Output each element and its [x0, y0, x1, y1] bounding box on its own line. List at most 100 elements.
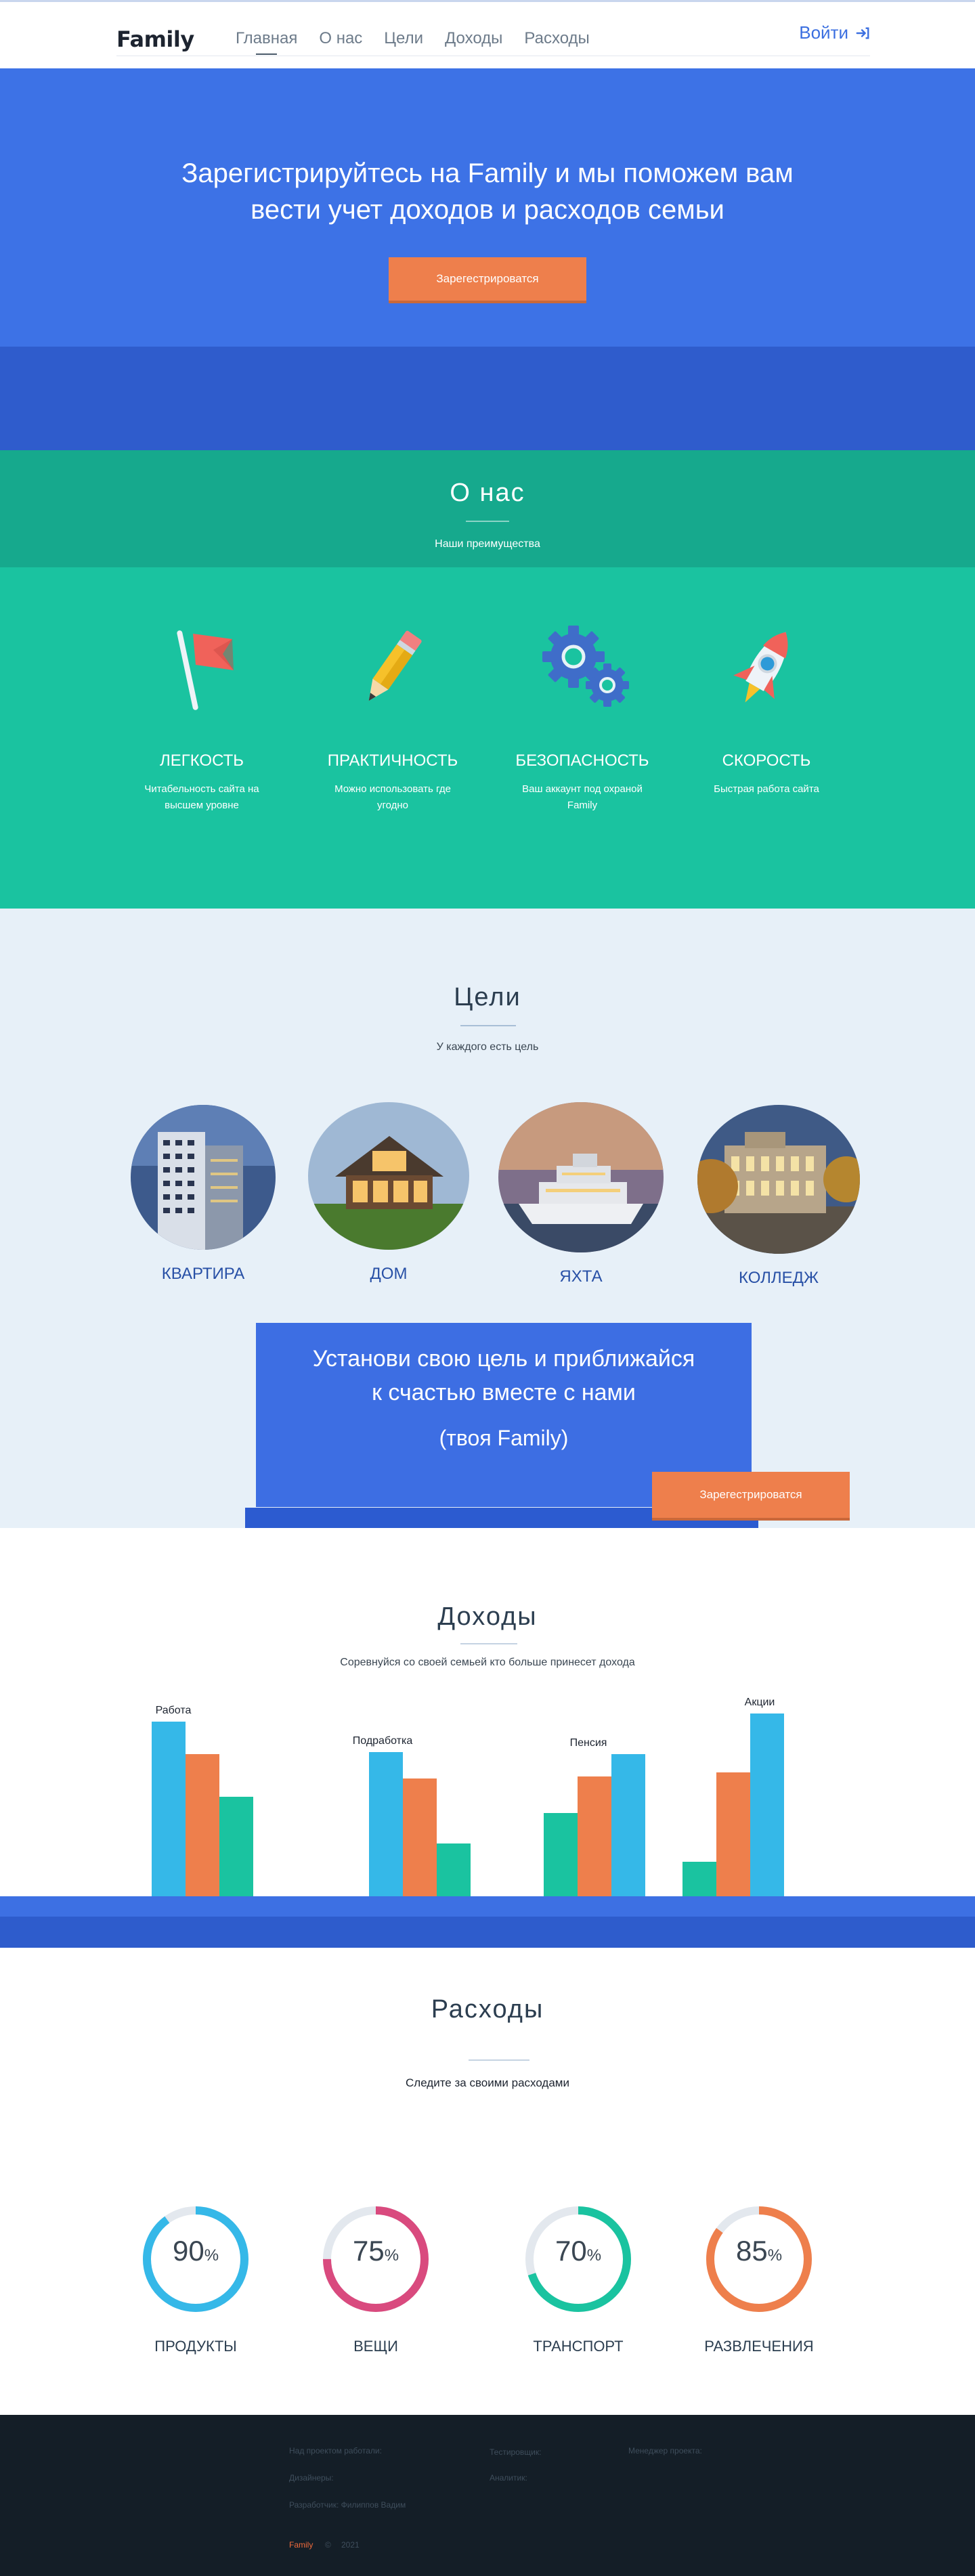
donut-products-label: ПРОДУКТЫ: [154, 2338, 237, 2355]
income-bar-3-1: [611, 1754, 645, 1896]
income-bar-3-2: [578, 1776, 611, 1896]
login-label: Войти: [799, 22, 848, 43]
hero-title: Зарегистрируйтесь на Family и мы поможем…: [0, 155, 975, 228]
college-image: [697, 1105, 860, 1254]
income-bar-2-2: [403, 1778, 437, 1896]
feature-speed: СКОРОСТЬ Быстрая работа сайта: [692, 615, 841, 798]
feature-ease-title: ЛЕГКОСТЬ: [159, 751, 244, 770]
goals-divider: [460, 1025, 516, 1026]
footer-year: 2021: [341, 2540, 360, 2550]
nav-goals[interactable]: Цели: [384, 29, 423, 55]
goal-yacht-label[interactable]: ЯХТА: [498, 1267, 664, 1286]
hero-register-button[interactable]: Зарегестрироватся: [389, 257, 586, 301]
goal-college-label[interactable]: КОЛЛЕДЖ: [697, 1269, 860, 1288]
donut-transport-value: 70%: [555, 2235, 602, 2267]
income-bar-3-3: [544, 1813, 578, 1896]
nav-expenses[interactable]: Расходы: [524, 29, 589, 55]
yacht-image: [498, 1102, 664, 1252]
feature-security-line1: Ваш аккаунт под охраной: [522, 783, 643, 795]
feature-practical-desc: Можно использовать где угодно: [318, 781, 467, 814]
goal-house[interactable]: ДОМ: [308, 1102, 469, 1284]
hero-band: [0, 347, 975, 450]
goals-register-button[interactable]: Зарегестрироватся: [652, 1472, 850, 1518]
income-category-label: Работа: [156, 1705, 192, 1716]
donut-products-value: 90%: [172, 2235, 219, 2267]
rocket-icon: [692, 615, 841, 716]
header-inner: Family Главная О нас Цели Доходы Расходы…: [116, 2, 870, 56]
expenses-subtitle: Следите за своими расходами: [406, 2076, 569, 2089]
apartment-image: [131, 1105, 276, 1250]
about-header: О нас Наши преимущества: [0, 450, 975, 567]
feature-ease-desc: Читабельность сайта на высшем уровне: [127, 781, 276, 814]
feature-security: БЕЗОПАСНОСТЬ Ваш аккаунт под охраной Fam…: [508, 615, 657, 814]
logo[interactable]: Family: [116, 26, 194, 52]
donut-things-label: ВЕЩИ: [353, 2338, 398, 2355]
nav-income[interactable]: Доходы: [445, 29, 502, 55]
feature-security-line2: Family: [567, 800, 598, 811]
feature-practical: ПРАКТИЧНОСТЬ Можно использовать где угод…: [318, 615, 467, 814]
donut-transport-label: ТРАНСПОРТ: [533, 2338, 624, 2355]
donut-things: 75% ВЕЩИ: [315, 2198, 437, 2355]
feature-practical-line1: Можно использовать где: [334, 783, 451, 795]
donut-transport: 70% ТРАНСПОРТ: [517, 2198, 639, 2355]
footer-tester: Тестировщик:: [490, 2447, 542, 2457]
goals-section: Цели У каждого есть цель КВАРТИРА ДОМ ЯХ…: [0, 909, 975, 1528]
goal-cta-brand: (твоя Family): [439, 1426, 569, 1450]
goal-apartment[interactable]: КВАРТИРА: [131, 1105, 276, 1284]
income-bar-4-2: [716, 1772, 750, 1896]
about-subtitle: Наши преимущества: [435, 538, 540, 550]
site-footer: Над проектом работали: Дизайнеры: Разраб…: [0, 2415, 975, 2576]
income-bar-2-1: [369, 1752, 403, 1896]
income-category-label: Пенсия: [570, 1737, 607, 1749]
feature-practical-title: ПРАКТИЧНОСТЬ: [327, 751, 458, 770]
about-title: О нас: [450, 479, 525, 507]
login-button[interactable]: Войти: [799, 22, 870, 43]
income-bar-4-1: [750, 1713, 784, 1896]
gears-icon: [508, 615, 657, 716]
login-icon: [856, 26, 869, 39]
income-category-label: Подработка: [353, 1735, 413, 1747]
goals-subtitle: У каждого есть цель: [436, 1041, 539, 1053]
donut-entertainment: 85% РАЗВЛЕЧЕНИЯ: [698, 2198, 820, 2355]
income-chart: Работа Подработка Пенсия Акции: [152, 1697, 784, 1896]
feature-ease-line2: высшем уровне: [165, 800, 239, 811]
goal-college[interactable]: КОЛЛЕДЖ: [697, 1105, 860, 1288]
nav-about[interactable]: О нас: [319, 29, 362, 55]
goals-title: Цели: [454, 983, 521, 1011]
goal-cta-text: Установи свою цель и приближайся к счаст…: [256, 1342, 752, 1410]
donut-things-value: 75%: [352, 2235, 399, 2267]
footer-designers: Дизайнеры:: [289, 2473, 334, 2483]
donut-entertainment-label: РАЗВЛЕЧЕНИЯ: [704, 2338, 814, 2355]
donut-products: 90% ПРОДУКТЫ: [135, 2198, 257, 2355]
hero-section: Зарегистрируйтесь на Family и мы поможем…: [0, 68, 975, 347]
flag-icon: [127, 615, 276, 716]
income-bar-1-1: [152, 1722, 186, 1896]
site-header: Family Главная О нас Цели Доходы Расходы…: [0, 0, 975, 68]
hero-title-line2: вести учет доходов и расходов семьи: [251, 195, 724, 225]
feature-speed-title: СКОРОСТЬ: [722, 751, 811, 770]
footer-brand[interactable]: Family: [289, 2540, 313, 2550]
footer-developer: Разработчик: Филиппов Вадим: [289, 2500, 406, 2510]
house-image: [308, 1102, 469, 1250]
income-bar-1-3: [219, 1797, 253, 1896]
goal-house-label[interactable]: ДОМ: [308, 1265, 469, 1284]
expenses-section: Расходы Следите за своими расходами 90% П…: [0, 1948, 975, 2415]
income-bar-2-3: [437, 1843, 471, 1896]
income-category-label: Акции: [745, 1697, 775, 1708]
goal-apartment-label[interactable]: КВАРТИРА: [131, 1265, 276, 1284]
about-divider: [466, 521, 509, 522]
nav-home[interactable]: Главная: [236, 29, 297, 55]
goal-cta-line2: к счастью вместе с нами: [372, 1380, 636, 1405]
feature-practical-line2: угодно: [376, 800, 409, 811]
footer-team: Над проектом работали:: [289, 2446, 382, 2455]
feature-ease: ЛЕГКОСТЬ Читабельность сайта на высшем у…: [127, 615, 276, 814]
expenses-title: Расходы: [431, 1995, 544, 2024]
goal-yacht[interactable]: ЯХТА: [498, 1102, 664, 1286]
income-bar-1-2: [186, 1754, 219, 1896]
donut-entertainment-value: 85%: [735, 2235, 783, 2267]
pencil-icon: [318, 615, 467, 716]
main-nav: Главная О нас Цели Доходы Расходы: [236, 29, 590, 55]
income-section: Доходы Соревнуйся со своей семьей кто бо…: [0, 1528, 975, 1948]
footer-analyst: Аналитик:: [490, 2473, 527, 2483]
feature-security-title: БЕЗОПАСНОСТЬ: [515, 751, 649, 770]
